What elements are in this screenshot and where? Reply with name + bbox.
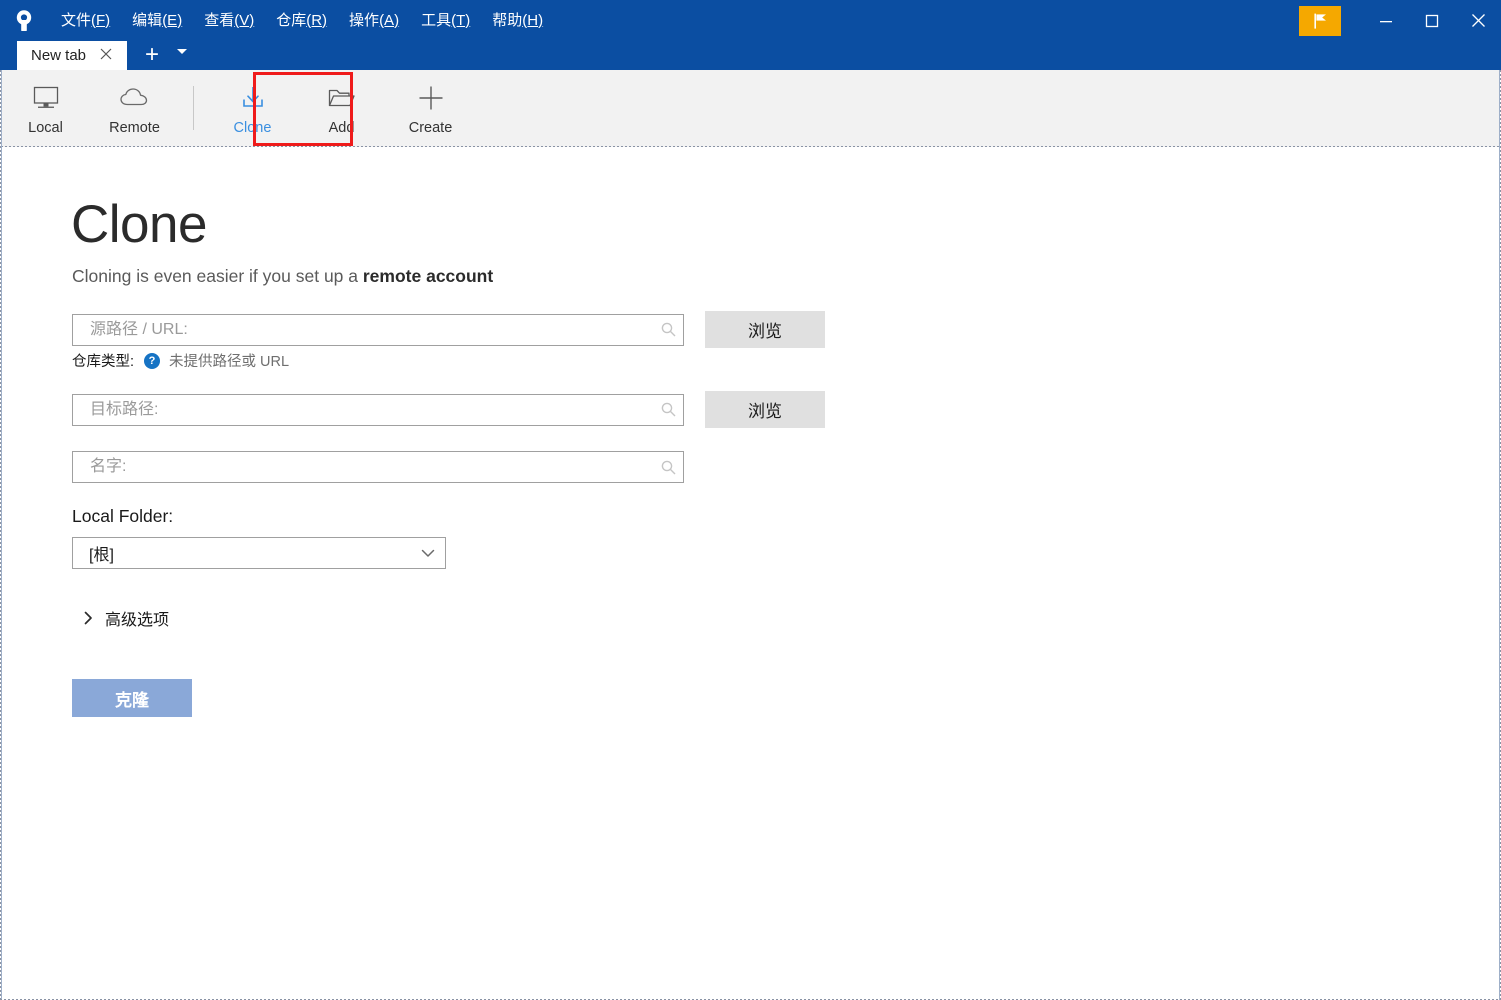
chevron-down-icon[interactable] <box>411 549 445 558</box>
menu-item-tools[interactable]: 工具(T) <box>411 7 480 35</box>
toolbar-button-remote[interactable]: Remote <box>90 70 179 142</box>
destination-browse-button[interactable]: 浏览 <box>705 391 825 428</box>
destination-path-input[interactable] <box>73 394 653 425</box>
source-browse-button[interactable]: 浏览 <box>705 311 825 348</box>
menu-item-file[interactable]: 文件(F) <box>51 7 120 35</box>
clone-page: Clone Cloning is even easier if you set … <box>1 148 1500 994</box>
toolbar-label-clone: Clone <box>233 119 272 136</box>
local-folder-select[interactable]: [根] <box>72 537 446 569</box>
menu-item-actions[interactable]: 操作(A) <box>339 7 409 35</box>
menu-label-edit: 编辑 <box>132 11 163 29</box>
repo-type-row: 仓库类型: ? 未提供路径或 URL <box>72 350 289 371</box>
toolbar-button-local[interactable]: Local <box>1 70 90 142</box>
toolbar-button-add[interactable]: Add <box>297 70 386 142</box>
clone-submit-button[interactable]: 克隆 <box>72 679 192 717</box>
menu-label-help: 帮助 <box>492 11 523 29</box>
repo-type-label: 仓库类型: <box>72 354 135 370</box>
toolbar-divider <box>1 146 1500 147</box>
menu-mnemonic-help: (H) <box>522 11 544 29</box>
toolbar-label-create: Create <box>408 119 453 136</box>
menu-label-tools: 工具 <box>421 11 452 29</box>
menu-mnemonic-actions: (A) <box>379 11 400 29</box>
menu-mnemonic-view: (V) <box>234 11 255 29</box>
chevron-right-icon <box>78 611 98 625</box>
sourcetree-window: 文件(F) 编辑(E) 查看(V) 仓库(R) 操作(A) 工具(T) 帮助(H… <box>0 0 1501 1000</box>
download-icon <box>238 81 268 115</box>
menu-label-repository: 仓库 <box>276 11 307 29</box>
remote-account-link[interactable]: remote account <box>363 266 493 286</box>
local-folder-selected-value: [根] <box>89 547 114 564</box>
tab-new-tab[interactable]: New tab <box>17 41 127 70</box>
name-input-wrapper[interactable] <box>72 451 684 483</box>
menu-item-view[interactable]: 查看(V) <box>194 7 264 35</box>
menu-bar: 文件(F) 编辑(E) 查看(V) 仓库(R) 操作(A) 工具(T) 帮助(H… <box>51 0 555 41</box>
toolbar-label-remote: Remote <box>109 119 160 136</box>
menu-item-help[interactable]: 帮助(H) <box>482 7 553 35</box>
name-row <box>72 451 684 483</box>
close-button[interactable] <box>1455 0 1501 41</box>
page-subtitle-prefix: Cloning is even easier if you set up a <box>72 266 363 286</box>
flag-icon[interactable] <box>1299 5 1341 36</box>
tab-label: New tab <box>31 47 87 64</box>
monitor-icon <box>31 81 61 115</box>
window-edge-left <box>1 70 2 1000</box>
menu-mnemonic-repository: (R) <box>306 11 328 29</box>
toolbar-button-create[interactable]: Create <box>386 70 475 142</box>
minimize-button[interactable] <box>1363 0 1409 41</box>
info-question-icon[interactable]: ? <box>144 352 161 369</box>
tab-close-icon[interactable] <box>98 48 114 63</box>
destination-path-input-wrapper[interactable] <box>72 393 684 426</box>
search-icon[interactable] <box>653 459 683 476</box>
menu-item-edit[interactable]: 编辑(E) <box>122 7 192 35</box>
menu-label-file: 文件 <box>61 11 92 29</box>
menu-mnemonic-tools: (T) <box>451 11 471 29</box>
page-subtitle: Cloning is even easier if you set up a r… <box>72 265 493 287</box>
toolbar-button-clone[interactable]: Clone <box>208 70 297 142</box>
main-toolbar: Local Remote Clone Add Create <box>1 70 1500 147</box>
advanced-options-toggle[interactable]: 高级选项 <box>78 606 169 630</box>
title-bar: 文件(F) 编辑(E) 查看(V) 仓库(R) 操作(A) 工具(T) 帮助(H… <box>0 0 1501 41</box>
menu-label-view: 查看 <box>204 11 235 29</box>
sourcetree-logo-icon <box>11 8 37 34</box>
toolbar-label-local: Local <box>28 119 63 136</box>
chevron-down-icon[interactable] <box>175 43 189 61</box>
search-icon[interactable] <box>653 321 683 338</box>
repo-type-status: 未提供路径或 URL <box>169 354 290 370</box>
maximize-button[interactable] <box>1409 0 1455 41</box>
folder-open-icon <box>326 81 358 115</box>
menu-item-repository[interactable]: 仓库(R) <box>266 7 337 35</box>
menu-mnemonic-edit: (E) <box>162 11 183 29</box>
cloud-icon <box>118 81 152 115</box>
destination-path-row: 浏览 <box>72 391 825 428</box>
window-edge-right <box>1499 70 1500 1000</box>
page-title: Clone <box>71 195 207 254</box>
menu-label-actions: 操作 <box>349 11 380 29</box>
new-tab-button[interactable]: + <box>141 43 163 67</box>
name-input[interactable] <box>73 452 653 482</box>
search-icon[interactable] <box>653 401 683 418</box>
source-path-row: 浏览 <box>72 311 825 348</box>
toolbar-label-add: Add <box>328 119 355 136</box>
plus-icon <box>416 81 446 115</box>
advanced-options-label: 高级选项 <box>105 612 170 629</box>
source-path-input-wrapper[interactable] <box>72 313 684 346</box>
tab-strip: New tab + <box>0 41 1501 70</box>
menu-mnemonic-file: (F) <box>91 11 111 29</box>
local-folder-label: Local Folder: <box>72 506 174 526</box>
toolbar-separator <box>193 86 194 130</box>
source-path-input[interactable] <box>73 314 653 345</box>
